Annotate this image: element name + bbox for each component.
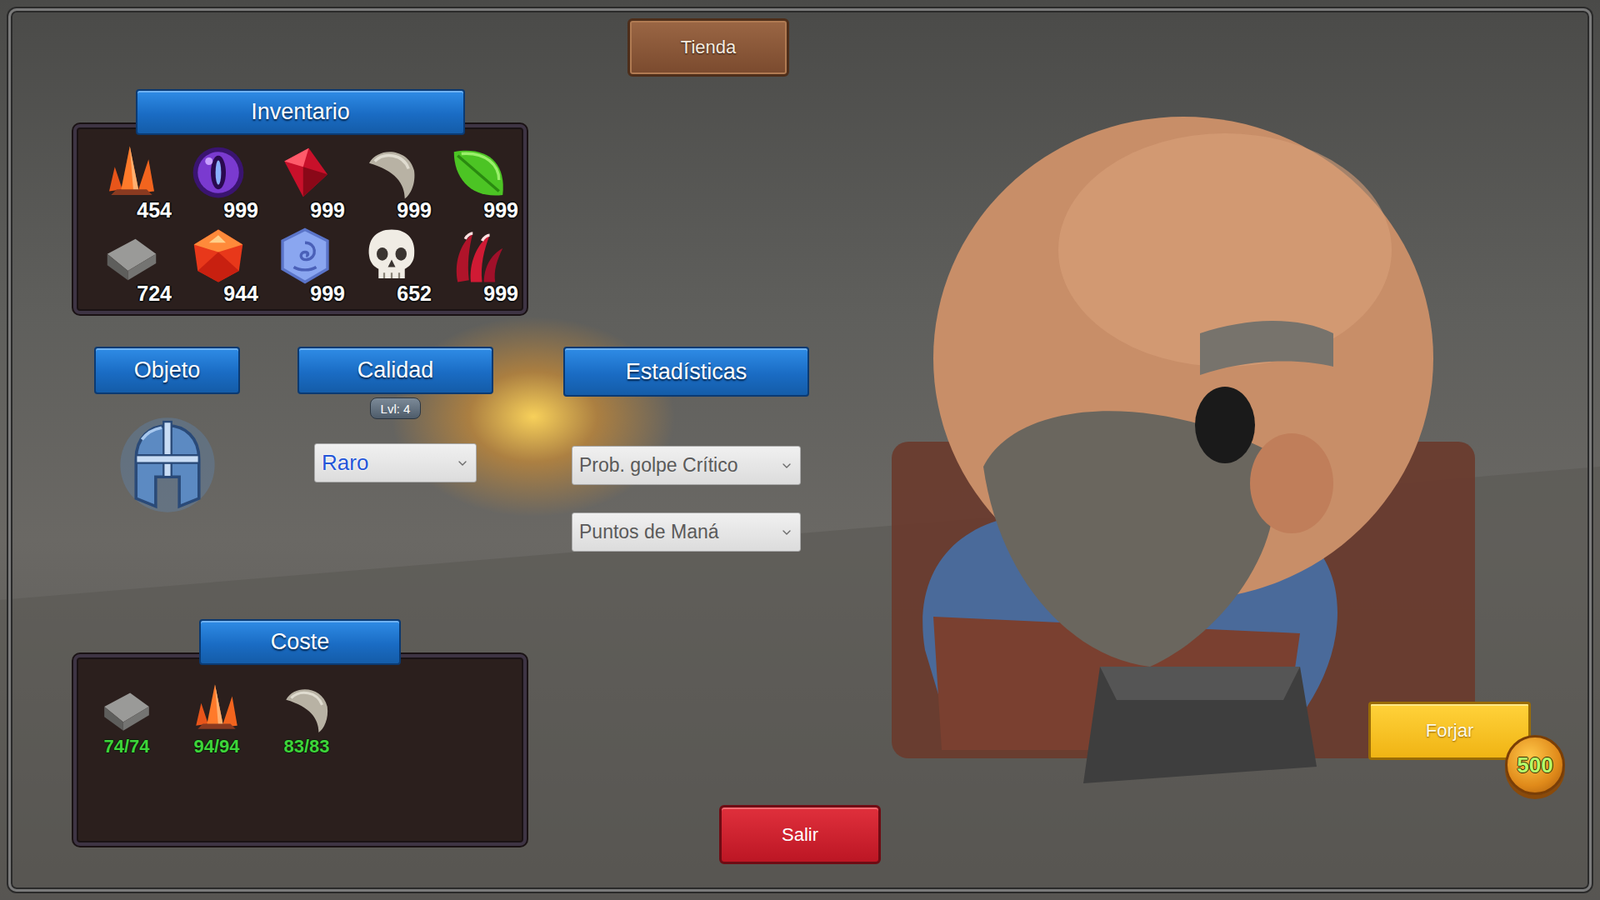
eye-icon	[188, 142, 249, 203]
inventory-item[interactable]: 999	[348, 142, 435, 226]
inventory-header: Inventario	[135, 89, 465, 135]
inventory-item[interactable]: 999	[435, 142, 522, 226]
stats-header: Estadísticas	[563, 346, 810, 397]
rune-icon	[275, 225, 335, 286]
item-count: 944	[223, 281, 259, 306]
cost-amount: 94/94	[193, 735, 240, 758]
helmet-icon[interactable]	[117, 415, 218, 515]
quality-header: Calidad	[297, 346, 494, 395]
claw-icon	[448, 225, 509, 286]
top-bar: Tienda	[10, 10, 1590, 77]
cost-grid: 74/74 94/94 83/83	[76, 657, 524, 758]
right-column: Forjar500	[880, 76, 1590, 865]
main-area: Inventario 454 999 999 999 999 724 944 999 652 999…	[10, 76, 1590, 890]
inventory-item[interactable]: 652	[348, 225, 435, 310]
object-slot[interactable]	[94, 415, 240, 515]
ruby-icon	[275, 142, 335, 203]
forge-screen: Tienda Inventario 454 999 999 999 999 724 944 999…	[0, 0, 1600, 900]
screen-frame: Tienda Inventario 454 999 999 999 999 724 944 999…	[8, 8, 1592, 892]
cost-item: 83/83	[261, 680, 352, 758]
stat-select[interactable]: Puntos de Maná	[571, 512, 801, 552]
stat-value: Puntos de Maná	[579, 520, 720, 544]
exit-button[interactable]: Salir	[719, 805, 881, 865]
center-column: Salir	[719, 76, 881, 865]
inventory-item[interactable]: 454	[88, 142, 175, 226]
stat-value: Prob. golpe Crítico	[579, 454, 738, 477]
left-column: Inventario 454 999 999 999 999 724 944 999 652 999…	[73, 76, 657, 865]
object-header: Objeto	[94, 346, 240, 395]
level-badge: Lvl: 4	[370, 397, 422, 420]
fang-icon	[279, 680, 335, 736]
shop-button[interactable]: Tienda	[627, 18, 790, 77]
item-count: 454	[136, 198, 172, 223]
inventory-panel: 454 999 999 999 999 724 944 999 652 999	[73, 124, 527, 315]
stat-select[interactable]: Prob. golpe Crítico	[571, 445, 801, 485]
cost-header: Coste	[199, 619, 401, 665]
forge-control: Forjar500	[1368, 701, 1531, 760]
ingot-icon	[99, 680, 155, 736]
cost-section: Coste 74/74 94/94 83/83	[73, 619, 657, 846]
inventory-item[interactable]: 999	[435, 225, 522, 310]
item-count: 724	[136, 281, 172, 306]
inventory-item[interactable]: 999	[261, 225, 349, 310]
chevron-down-icon	[780, 459, 794, 473]
quality-select[interactable]: Raro	[314, 443, 477, 483]
inventory-item[interactable]: 999	[175, 142, 262, 226]
cost-item: 74/74	[81, 680, 172, 758]
item-count: 999	[223, 198, 259, 223]
inventory-item[interactable]: 999	[261, 142, 349, 226]
quality-group: CalidadLvl: 4 Raro	[297, 346, 494, 483]
chevron-down-icon	[780, 525, 794, 540]
object-group: Objeto	[94, 346, 240, 515]
quality-value: Raro	[321, 450, 369, 476]
forge-button[interactable]: Forjar	[1368, 701, 1531, 760]
ingot-icon	[101, 225, 162, 286]
crystal-icon	[189, 680, 245, 736]
item-count: 999	[396, 198, 432, 223]
cost-amount: 74/74	[103, 735, 150, 758]
inventory-grid: 454 999 999 999 999 724 944 999 652 999	[76, 127, 524, 310]
coin-price-badge: 500	[1505, 735, 1565, 795]
skull-icon	[361, 225, 422, 286]
inventory-section: Inventario 454 999 999 999 999 724 944 999 652 999	[73, 89, 657, 315]
chevron-down-icon	[455, 456, 470, 470]
item-count: 999	[310, 198, 345, 223]
item-count: 999	[310, 281, 345, 306]
selector-row: ObjetoCalidadLvl: 4RaroEstadísticasProb.…	[73, 346, 657, 552]
item-count: 652	[396, 281, 432, 306]
crystal-icon	[101, 142, 162, 203]
fang-icon	[361, 142, 422, 203]
cost-amount: 83/83	[283, 735, 330, 758]
item-count: 999	[483, 281, 519, 306]
stats-group: Estadísticas Prob. golpe Crítico Puntos de…	[563, 346, 810, 552]
leaf-icon	[448, 142, 509, 203]
gem-icon	[188, 225, 249, 286]
inventory-item[interactable]: 944	[175, 225, 262, 310]
cost-item: 94/94	[171, 680, 262, 758]
forge-price: 500	[1516, 752, 1553, 779]
item-count: 999	[483, 198, 519, 223]
inventory-item[interactable]: 724	[88, 225, 175, 310]
cost-panel: 74/74 94/94 83/83	[73, 654, 527, 846]
